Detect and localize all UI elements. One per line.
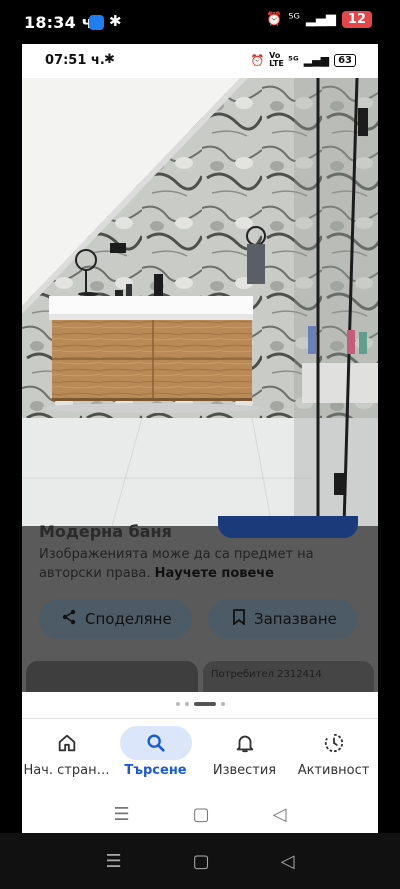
bookmark-icon [232, 609, 246, 629]
outer-recent-apps-icon[interactable]: ☰ [106, 851, 122, 872]
bathroom-illustration [22, 78, 378, 526]
tab-activity[interactable]: Активност [289, 724, 378, 786]
bathroom-photo[interactable] [22, 78, 378, 526]
share-label: Споделяне [85, 610, 172, 628]
home-button-icon[interactable]: ▢ [193, 804, 210, 825]
volte-indicator: Vo LTE [269, 51, 284, 68]
inner-settings-icon: ✱ [104, 52, 115, 67]
inner-status-time: 07:51 ч. [45, 53, 105, 68]
tab-activity-label: Активност [297, 763, 370, 778]
save-button[interactable]: Запазване [208, 599, 357, 639]
nav-divider [22, 718, 378, 719]
carousel-dot[interactable] [184, 702, 189, 706]
share-button[interactable]: Споделяне [39, 599, 192, 639]
bottom-navigation: Нач. стран… Търсене Известия Активност ☰… [22, 692, 378, 833]
alarm-icon: ⏰ [266, 12, 283, 27]
inner-signal-icon: ▂▄▆ [303, 53, 330, 67]
outer-home-icon[interactable]: ▢ [193, 851, 210, 872]
inner-alarm-icon: ⏰ [250, 53, 265, 67]
tab-bar: Нач. стран… Търсене Известия Активност [22, 724, 378, 786]
carousel-dot-active[interactable] [193, 702, 216, 706]
outer-status-time: 18:34 ч. [24, 13, 100, 32]
battery-indicator: 12 [341, 11, 372, 28]
inner-battery-indicator: 63 [334, 53, 356, 67]
activity-icon [298, 726, 370, 760]
share-icon [61, 609, 77, 629]
outer-system-nav: ☰ ▢ ◁ [0, 833, 400, 889]
tab-notifications[interactable]: Известия [200, 724, 289, 786]
learn-more-link[interactable]: Научете повече [155, 566, 274, 581]
save-label: Запазване [254, 610, 337, 628]
outer-status-bar: 18:34 ч. ✱ ⏰ ⁵ᴳ ▂▄▆ 12 [0, 0, 400, 44]
recent-apps-icon[interactable]: ☰ [114, 804, 130, 825]
tab-home[interactable]: Нач. стран… [22, 724, 111, 786]
carousel-dot[interactable] [220, 702, 225, 706]
tab-notifications-label: Известия [212, 763, 277, 778]
home-icon [31, 726, 103, 760]
app-notification-icon [89, 15, 104, 30]
network-indicator: ⁵ᴳ [288, 12, 300, 27]
visit-button[interactable] [218, 516, 358, 538]
carousel-dot[interactable] [175, 702, 180, 706]
tab-search[interactable]: Търсене [111, 724, 200, 786]
tab-search-label: Търсене [124, 763, 187, 778]
outer-back-icon[interactable]: ◁ [281, 851, 295, 872]
signal-icon: ▂▄▆ [305, 12, 336, 27]
inner-status-bar: 07:51 ч. ✱ ⏰ Vo LTE ⁵ᴳ ▂▄▆ 63 [22, 44, 378, 78]
copyright-notice: Изображенията може да са предмет на авто… [39, 545, 369, 583]
bell-icon [209, 726, 281, 760]
settings-icon: ✱ [109, 12, 122, 30]
carousel-indicator [22, 702, 378, 706]
image-title: Модерна баня [39, 522, 172, 541]
inner-system-nav: ☰ ▢ ◁ [22, 796, 378, 833]
search-icon [119, 726, 192, 760]
card-author: Потребител 2312414 [211, 669, 322, 680]
inner-network-indicator: ⁵ᴳ [288, 53, 299, 67]
tab-home-label: Нач. стран… [23, 763, 110, 778]
back-icon[interactable]: ◁ [273, 804, 287, 825]
inner-screenshot: 07:51 ч. ✱ ⏰ Vo LTE ⁵ᴳ ▂▄▆ 63 Модерна ба… [22, 44, 378, 833]
